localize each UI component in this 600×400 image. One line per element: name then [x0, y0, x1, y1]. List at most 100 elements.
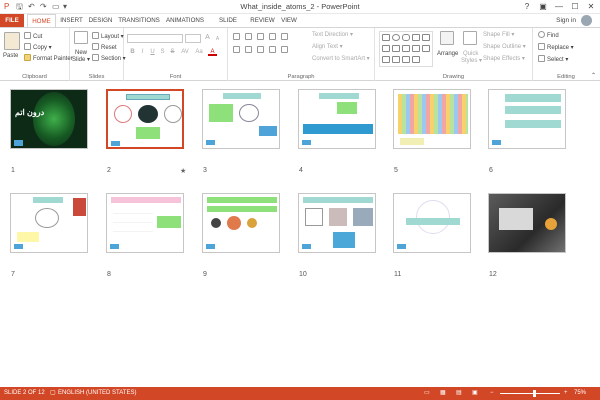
bold-button[interactable]: B [128, 48, 137, 56]
zoom-slider[interactable] [500, 393, 560, 394]
grow-font-button[interactable]: A [203, 34, 212, 42]
quick-styles-icon[interactable] [463, 31, 477, 45]
shadow-button[interactable]: S [158, 48, 167, 56]
slide-thumbnail-4[interactable] [298, 89, 376, 149]
tab-home[interactable]: HOME [27, 14, 56, 28]
arrange-icon[interactable] [440, 31, 454, 45]
numbering-icon[interactable] [245, 33, 252, 40]
zoom-slider-handle[interactable] [533, 390, 536, 397]
normal-view-icon[interactable]: ▭ [424, 387, 430, 400]
columns-icon[interactable] [281, 46, 288, 53]
collapse-ribbon-icon[interactable]: ⌃ [591, 72, 596, 80]
zoom-out-button[interactable]: − [490, 387, 494, 400]
font-size-input[interactable] [185, 34, 201, 43]
italic-button[interactable]: I [138, 48, 147, 56]
zoom-level[interactable]: 75% [574, 387, 586, 400]
rounded-rect-shape-icon[interactable] [402, 34, 410, 41]
minimize-icon[interactable]: — [552, 1, 566, 12]
strikethrough-button[interactable]: S [168, 48, 177, 56]
pentagon-shape-icon[interactable] [392, 56, 400, 63]
replace-button[interactable]: Replace ▾ [538, 43, 574, 52]
reading-view-icon[interactable]: ▤ [456, 387, 462, 400]
tab-view[interactable]: VIEW [278, 14, 300, 27]
tab-animations[interactable]: ANIMATIONS [163, 14, 207, 27]
shapes-gallery[interactable] [379, 31, 433, 67]
shrink-font-button[interactable]: A [213, 35, 222, 43]
star-shape-icon[interactable] [392, 45, 400, 52]
slide-thumbnail-5[interactable] [393, 89, 471, 149]
chevron-shape-icon[interactable] [412, 56, 420, 63]
slide-show-view-icon[interactable]: ▣ [472, 387, 478, 400]
section-button[interactable]: Section ▾ [92, 54, 126, 63]
slide-thumbnail-9[interactable] [202, 193, 280, 253]
tab-slide-show[interactable]: SLIDE SHOW [209, 14, 247, 37]
paste-icon[interactable] [4, 32, 20, 50]
align-right-icon[interactable] [257, 46, 264, 53]
font-name-input[interactable] [127, 34, 183, 43]
reset-button[interactable]: Reset [92, 43, 117, 52]
help-icon[interactable]: ? [520, 1, 534, 12]
line-shape-icon[interactable] [422, 34, 430, 41]
slide-thumbnail-10[interactable] [298, 193, 376, 253]
line-spacing-icon[interactable] [281, 33, 288, 40]
animation-star-icon[interactable]: ★ [180, 167, 186, 175]
new-slide-icon[interactable] [74, 31, 88, 44]
paste-button[interactable]: Paste [3, 52, 18, 60]
underline-button[interactable]: U [148, 48, 157, 56]
format-painter-button[interactable]: Format Painter [24, 54, 73, 63]
decrease-indent-icon[interactable] [257, 33, 264, 40]
slide-thumbnail-1[interactable]: درون اتم [10, 89, 88, 149]
triangle-shape-icon[interactable] [412, 34, 420, 41]
cut-button[interactable]: Cut [24, 32, 42, 41]
select-button[interactable]: Select ▾ [538, 55, 568, 64]
text-direction-button[interactable]: Text Direction ▾ [312, 31, 353, 39]
avatar[interactable] [581, 15, 592, 26]
copy-button[interactable]: Copy ▾ [24, 43, 52, 52]
language-indicator[interactable]: ENGLISH (UNITED STATES) [58, 387, 136, 400]
sign-in-link[interactable]: Sign in [556, 15, 576, 26]
arrow-shape-icon[interactable] [382, 45, 390, 52]
slide-thumbnail-11[interactable] [393, 193, 471, 253]
character-spacing-button[interactable]: AV [179, 48, 191, 56]
rectangle-shape-icon[interactable] [382, 34, 390, 41]
slide-thumbnail-12[interactable] [488, 193, 566, 253]
connector-shape-icon[interactable] [402, 56, 410, 63]
bullets-icon[interactable] [233, 33, 240, 40]
find-button[interactable]: Find [538, 31, 559, 40]
font-color-button[interactable]: A [208, 48, 217, 56]
tab-file[interactable]: FILE [0, 14, 24, 27]
hexagon-shape-icon[interactable] [382, 56, 390, 63]
convert-smartart-button[interactable]: Convert to SmartArt ▾ [312, 55, 370, 63]
slide-thumbnail-3[interactable] [202, 89, 280, 149]
new-slide-dropdown[interactable]: Slide ▾ [72, 56, 90, 64]
slide-sorter-view-icon[interactable]: ▦ [440, 387, 446, 400]
slide-thumbnail-6[interactable] [488, 89, 566, 149]
ribbon-display-icon[interactable]: ▣ [536, 1, 550, 12]
tab-design[interactable]: DESIGN [87, 14, 114, 27]
align-center-icon[interactable] [245, 46, 252, 53]
align-left-icon[interactable] [233, 46, 240, 53]
close-icon[interactable]: ✕ [584, 1, 598, 12]
tab-review[interactable]: REVIEW [249, 14, 276, 27]
align-text-button[interactable]: Align Text ▾ [312, 43, 343, 51]
curve-shape-icon[interactable] [422, 45, 430, 52]
maximize-icon[interactable]: ☐ [568, 1, 582, 12]
oval-shape-icon[interactable] [392, 34, 400, 41]
tab-insert[interactable]: INSERT [58, 14, 85, 27]
quick-styles-dropdown[interactable]: Styles ▾ [461, 57, 482, 65]
slide-thumbnail-7[interactable] [10, 193, 88, 253]
increase-indent-icon[interactable] [269, 33, 276, 40]
callout-shape-icon[interactable] [402, 45, 410, 52]
shape-outline-button[interactable]: Shape Outline ▾ [483, 43, 526, 51]
change-case-button[interactable]: Aa [193, 48, 205, 56]
tab-transitions[interactable]: TRANSITIONS [117, 14, 161, 27]
arrange-button[interactable]: Arrange [437, 50, 458, 58]
brace-shape-icon[interactable] [412, 45, 420, 52]
proofing-icon[interactable]: ▢ [50, 387, 56, 400]
shape-effects-button[interactable]: Shape Effects ▾ [483, 55, 525, 63]
zoom-in-button[interactable]: + [564, 387, 568, 400]
layout-button[interactable]: Layout ▾ [92, 32, 124, 41]
shape-fill-button[interactable]: Shape Fill ▾ [483, 31, 514, 39]
slide-thumbnail-2[interactable] [106, 89, 184, 149]
slide-thumbnail-8[interactable] [106, 193, 184, 253]
